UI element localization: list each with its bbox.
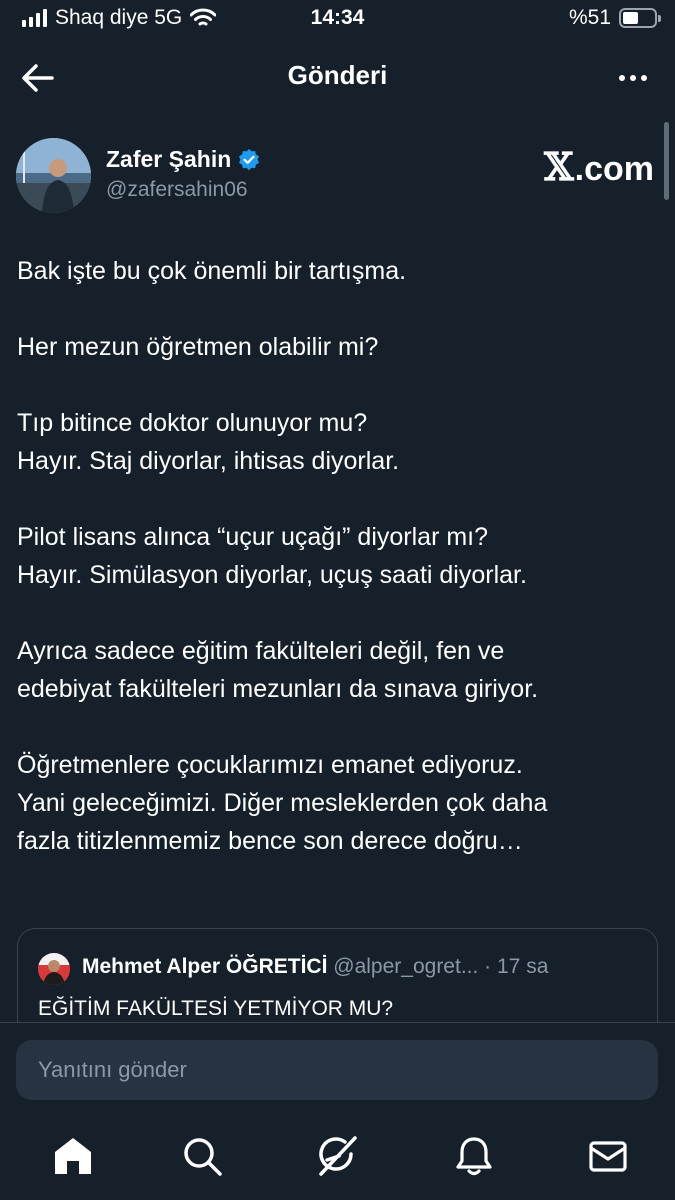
more-dot bbox=[641, 75, 647, 81]
more-dot bbox=[630, 75, 636, 81]
tweet-paragraph: Tıp bitince doktor olunuyor mu? Hayır. S… bbox=[17, 409, 400, 475]
tweet-paragraph: Ayrıca sadece eğitim fakülteleri değil, … bbox=[17, 637, 539, 703]
x-com-watermark: 𝕏 .com bbox=[544, 144, 654, 189]
tweet-paragraph: Öğretmenlere çocuklarımızı emanet ediyor… bbox=[17, 751, 548, 855]
tab-grok[interactable] bbox=[313, 1132, 361, 1180]
author-handle[interactable]: @zafersahin06 bbox=[106, 178, 248, 202]
status-right: %51 bbox=[568, 6, 661, 30]
top-nav: Gönderi bbox=[0, 48, 675, 104]
tab-notifications[interactable] bbox=[450, 1132, 498, 1180]
tweet-paragraph: Her mezun öğretmen olabilir mi? bbox=[17, 333, 379, 361]
battery-icon bbox=[619, 8, 661, 28]
author-name[interactable]: Zafer Şahin bbox=[106, 146, 231, 173]
avatar[interactable] bbox=[16, 138, 91, 213]
tweet-paragraph: Pilot lisans alınca “uçur uçağı” diyorla… bbox=[17, 523, 527, 589]
search-icon bbox=[184, 1138, 222, 1176]
battery-fill bbox=[623, 12, 638, 24]
watermark-suffix: .com bbox=[574, 150, 654, 188]
messages-envelope-icon bbox=[589, 1141, 627, 1172]
home-icon bbox=[55, 1138, 91, 1174]
quoted-author-handle: @alper_ogret... bbox=[333, 955, 479, 978]
tweet-author: Zafer Şahin @zafersahin06 𝕏 .com bbox=[16, 138, 656, 218]
more-dot bbox=[619, 75, 625, 81]
quoted-author-name: Mehmet Alper ÖĞRETİCİ bbox=[82, 955, 328, 978]
author-name-row: Zafer Şahin bbox=[106, 146, 261, 173]
quoted-text: EĞİTİM FAKÜLTESİ YETMİYOR MU? bbox=[38, 997, 394, 1020]
quoted-avatar bbox=[38, 953, 70, 985]
more-options-button[interactable] bbox=[611, 58, 655, 98]
tweet-text: Bak işte bu çok önemli bir tartışma. Her… bbox=[17, 252, 657, 898]
reply-input[interactable] bbox=[16, 1040, 658, 1100]
tab-messages[interactable] bbox=[584, 1132, 632, 1180]
notifications-bell-icon bbox=[456, 1137, 492, 1176]
quoted-header: Mehmet Alper ÖĞRETİCİ @alper_ogret... · … bbox=[82, 955, 548, 979]
tab-home[interactable] bbox=[49, 1132, 97, 1180]
scrollbar[interactable] bbox=[664, 122, 669, 200]
quoted-avatar-photo-icon bbox=[38, 953, 70, 985]
status-bar: Shaq diye 5G 14:34 %51 bbox=[0, 0, 675, 40]
grok-icon bbox=[319, 1136, 357, 1176]
reply-composer bbox=[0, 1022, 675, 1115]
battery-percent: %51 bbox=[568, 6, 611, 29]
verified-badge-icon bbox=[239, 148, 260, 170]
x-logo-icon: 𝕏 bbox=[544, 144, 574, 189]
tweet-paragraph: Bak işte bu çok önemli bir tartışma. bbox=[17, 257, 407, 285]
quoted-tweet[interactable]: Mehmet Alper ÖĞRETİCİ @alper_ogret... · … bbox=[17, 928, 658, 1024]
tab-search[interactable] bbox=[178, 1132, 226, 1180]
quoted-time: · 17 sa bbox=[484, 955, 549, 978]
page-title: Gönderi bbox=[287, 60, 388, 90]
bottom-tab-bar bbox=[0, 1114, 675, 1200]
avatar-photo-icon bbox=[16, 138, 91, 213]
